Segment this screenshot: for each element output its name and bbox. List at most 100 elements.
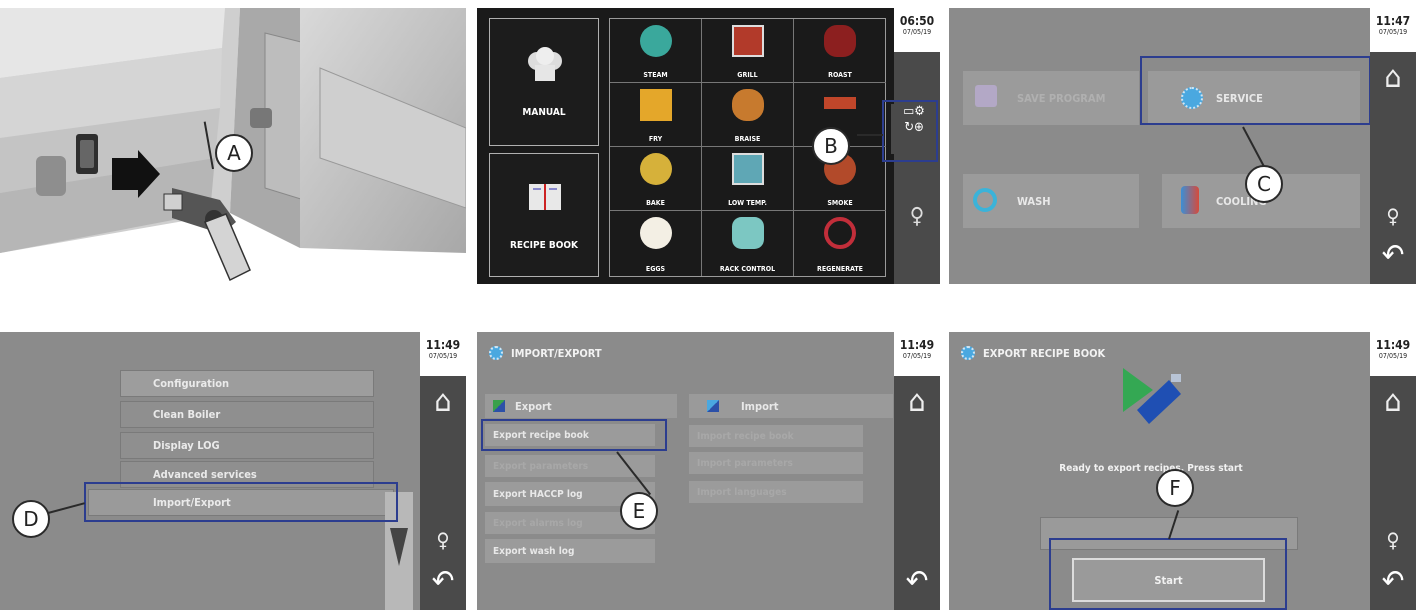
export-arrow-icon: [493, 400, 505, 412]
gear-icon: [961, 346, 975, 360]
save-program-label: SAVE PROGRAM: [1017, 91, 1106, 105]
mode-label: EGGS: [645, 265, 666, 273]
clock-date: 07/05/19: [902, 352, 932, 360]
wash-label: WASH: [1017, 194, 1051, 208]
menu-item-configuration[interactable]: Configuration: [120, 370, 374, 397]
menu-item-label: Clean Boiler: [153, 408, 221, 421]
roast-icon: [824, 25, 856, 57]
export-header: Export: [485, 394, 677, 418]
clock-date: 07/05/19: [1378, 352, 1408, 360]
status-message: Ready to export recipes. Press start: [1059, 463, 1243, 474]
braise-icon: [732, 89, 764, 121]
import-recipe-book-button[interactable]: Import recipe book: [689, 425, 863, 447]
highlight-settings: [882, 100, 938, 162]
lightbulb-icon[interactable]: ♀: [894, 204, 940, 229]
recipe-book-label: RECIPE BOOK: [509, 240, 578, 251]
home-icon[interactable]: ⌂: [420, 384, 466, 419]
scroll-down-icon[interactable]: [390, 528, 408, 566]
mode-grill[interactable]: GRILL: [702, 19, 794, 83]
import-header-label: Import: [741, 399, 779, 413]
export-recipe-panel: EXPORT RECIPE BOOK Ready to export recip…: [949, 332, 1416, 610]
menu-item-label: Display LOG: [153, 439, 220, 452]
home-icon[interactable]: ⌂: [894, 384, 940, 419]
rack-control-icon: [732, 217, 764, 249]
lightbulb-icon[interactable]: ♀: [420, 528, 466, 552]
usb-illustration-panel: A: [0, 8, 466, 284]
clock-time: 11:47: [1375, 14, 1411, 28]
callout-e: E: [620, 492, 658, 530]
mode-label: ROAST: [828, 71, 852, 79]
mode-steam[interactable]: STEAM: [610, 19, 702, 83]
highlight-service: [1140, 56, 1371, 125]
mode-rack-control[interactable]: RACK CONTROL: [702, 211, 794, 276]
wash-icon: [973, 188, 997, 212]
recipe-book-tile[interactable]: RECIPE BOOK: [489, 153, 599, 277]
side-bar: 11:49 07/05/19 ⌂ ♀ ↶: [1370, 332, 1416, 610]
mode-label: GRILL: [737, 71, 758, 79]
page-title: EXPORT RECIPE BOOK: [961, 346, 1105, 360]
import-arrow-icon: [707, 400, 719, 412]
mode-label: REGENERATE: [817, 265, 863, 273]
button-label: Export HACCP log: [493, 488, 583, 500]
callout-c: C: [1245, 165, 1283, 203]
home-icon[interactable]: ⌂: [1370, 60, 1416, 95]
mode-braise[interactable]: BRAISE: [702, 83, 794, 147]
mode-bake[interactable]: BAKE: [610, 147, 702, 211]
fry-icon: [640, 89, 672, 121]
side-bar: 11:49 07/05/19 ⌂ ↶: [894, 332, 940, 610]
settings-panel: SAVE PROGRAM SERVICE WASH COOLING C 11:4…: [949, 8, 1416, 284]
regenerate-icon: [824, 217, 856, 249]
floppy-icon: [975, 85, 997, 107]
import-export-panel: IMPORT/EXPORT Export Import Export recip…: [477, 332, 940, 610]
import-parameters-button[interactable]: Import parameters: [689, 452, 863, 474]
mode-label: LOW TEMP.: [728, 199, 767, 207]
bake-icon: [640, 153, 672, 185]
back-arrow-icon[interactable]: ↶: [1370, 238, 1416, 273]
clock-time: 11:49: [899, 338, 935, 352]
back-arrow-icon[interactable]: ↶: [420, 564, 466, 599]
menu-item-display-log[interactable]: Display LOG: [120, 432, 374, 459]
mode-label: RACK CONTROL: [719, 265, 776, 273]
import-languages-button[interactable]: Import languages: [689, 481, 863, 503]
callout-leader-line: [857, 134, 883, 136]
main-menu-panel: MANUAL RECIPE BOOK STEAM GRILL ROAST FRY…: [477, 8, 940, 284]
side-bar: 11:47 07/05/19 ⌂ ♀ ↶: [1370, 8, 1416, 284]
recipe-book-icon: [529, 184, 561, 210]
steam-icon: [640, 25, 672, 57]
mode-eggs[interactable]: EGGS: [610, 211, 702, 276]
callout-d: D: [12, 500, 50, 538]
callout-b: B: [812, 127, 850, 165]
export-wash-log-button[interactable]: Export wash log: [485, 539, 655, 563]
page-title: IMPORT/EXPORT: [489, 346, 602, 360]
highlight-start: [1049, 538, 1287, 610]
menu-item-clean-boiler[interactable]: Clean Boiler: [120, 401, 374, 428]
mode-label: FRY: [648, 135, 663, 143]
back-arrow-icon[interactable]: ↶: [894, 564, 940, 599]
button-label: Export parameters: [493, 460, 589, 472]
mode-fry[interactable]: FRY: [610, 83, 702, 147]
manual-tile[interactable]: MANUAL: [489, 18, 599, 146]
gear-icon: [489, 346, 503, 360]
back-arrow-icon[interactable]: ↶: [1370, 564, 1416, 599]
lightbulb-icon[interactable]: ♀: [1370, 528, 1416, 552]
eggs-icon: [640, 217, 672, 249]
button-label: Import parameters: [697, 457, 793, 469]
clock: 11:49 07/05/19: [420, 332, 466, 376]
lightbulb-icon[interactable]: ♀: [1370, 204, 1416, 228]
callout-f: F: [1156, 469, 1194, 507]
clock: 11:47 07/05/19: [1370, 8, 1416, 52]
clock-date: 07/05/19: [1378, 28, 1408, 36]
highlight-export-recipe-book: [481, 419, 667, 451]
mode-label: BRAISE: [734, 135, 761, 143]
mode-label: SMOKE: [827, 199, 853, 207]
thermometer-icon: [1181, 186, 1199, 214]
chef-hat-icon: [528, 47, 562, 81]
mode-regenerate[interactable]: REGENERATE: [794, 211, 886, 276]
mode-roast[interactable]: ROAST: [794, 19, 886, 83]
manual-label: MANUAL: [522, 107, 566, 118]
clock: 06:50 07/05/19: [894, 8, 940, 52]
mode-low-temp[interactable]: LOW TEMP.: [702, 147, 794, 211]
home-icon[interactable]: ⌂: [1370, 384, 1416, 419]
import-header: Import: [689, 394, 893, 418]
side-bar: 11:49 07/05/19 ⌂ ♀ ↶: [420, 332, 466, 610]
